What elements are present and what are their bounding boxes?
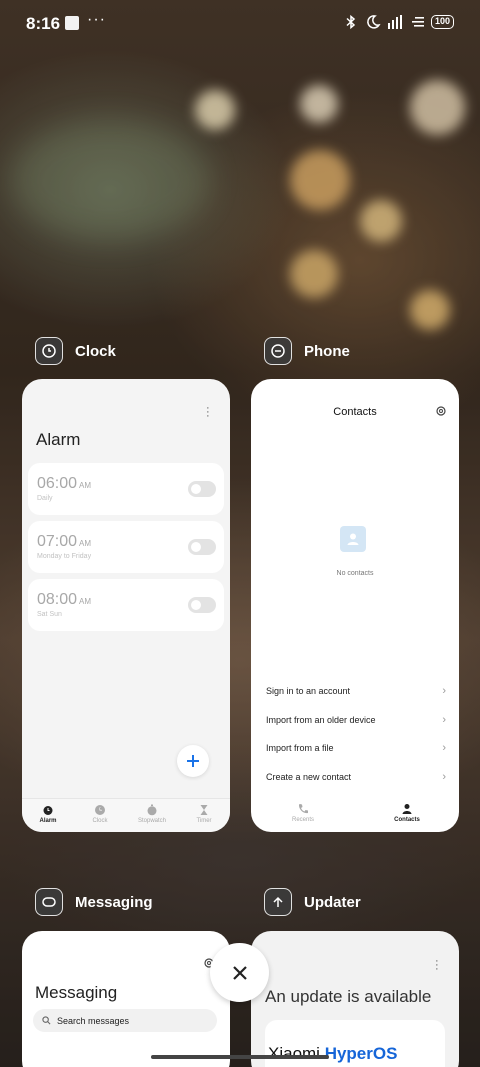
search-bar: Search messages [33,1009,217,1032]
alarm-toggle [188,597,216,613]
plus-icon [187,755,199,767]
add-alarm-button [177,745,209,777]
brand-logo: Xiaomi HyperOS [268,1044,397,1064]
hourglass-icon [200,805,208,815]
chevron-right-icon: › [442,685,446,697]
status-icons: 100 [343,14,454,30]
bottom-tab-bar: Alarm Clock Stopwatch Timer [22,798,230,832]
messaging-icon [35,888,63,916]
tab-label: Clock [92,818,108,824]
clock-tab-icon [95,805,105,815]
action-import-file: Import from a file › [266,738,446,758]
tab-recents: Recents [251,798,355,832]
status-bar: 8:16 ··· 100 [0,0,480,46]
action-create-contact: Create a new contact › [266,767,446,787]
phone-receiver-icon [298,804,308,814]
alarm-item: 08:00 AM Sat Sun [28,579,224,631]
alarm-time: 06:00 AM [37,475,91,493]
empty-contacts-icon [340,526,366,552]
alarm-time-value: 08:00 [37,591,78,608]
recent-app-card-messaging[interactable]: Messaging Search messages [22,931,230,1067]
app-name: Clock [75,342,116,360]
alarm-item: 07:00 AM Monday to Friday [28,521,224,573]
empty-state-text: No contacts [336,570,374,577]
more-notifications-icon: ··· [87,11,106,28]
person-icon [347,533,359,545]
chevron-right-icon: › [442,771,446,783]
alarm-item: 06:00 AM Daily [28,463,224,515]
tab-label: Recents [291,817,314,823]
alarm-ampm: AM [79,481,92,490]
tab-label: Contacts [394,817,420,823]
app-header-clock[interactable]: Clock [35,337,116,365]
person-icon [402,804,412,814]
page-title: Alarm [36,430,81,449]
alarm-toggle [188,539,216,555]
clock-icon [35,337,63,365]
settings-gear-icon [436,406,446,416]
stopwatch-icon [147,804,157,816]
status-time: 8:16 [26,14,61,33]
alarm-time: 07:00 AM [37,533,91,551]
notification-square-icon [65,16,79,30]
brand-suffix: HyperOS [324,1044,398,1063]
more-options-icon: · · · [206,402,210,422]
clear-all-button[interactable] [210,943,269,1002]
alarm-ampm: AM [79,539,92,548]
wifi-icon [411,17,424,27]
recent-app-card-phone[interactable]: Contacts No contacts Sign in to an accou… [251,379,459,832]
alarm-toggle [188,481,216,497]
signal-icon [387,15,402,29]
app-header-updater[interactable]: Updater [264,888,361,916]
recent-app-card-clock[interactable]: · · · Alarm 06:00 AM Daily 07:00 AM Monday t… [22,379,230,832]
alarm-repeat: Sat Sun [37,611,62,618]
updater-icon [264,888,292,916]
do-not-disturb-moon-icon [367,15,381,29]
brand-prefix: Xiaomi [268,1044,325,1063]
alarm-time: 08:00 AM [37,591,91,609]
recent-app-card-updater[interactable]: · · · An update is available Xiaomi HyperO… [251,931,459,1067]
home-indicator[interactable] [151,1055,329,1059]
action-label: Import from an older device [266,715,376,725]
tab-alarm: Alarm [22,799,74,832]
action-import-older-device: Import from an older device › [266,710,446,730]
chevron-right-icon: › [442,714,446,726]
tab-timer: Timer [178,799,230,832]
page-title: Contacts [333,406,377,418]
action-label: Sign in to an account [266,686,351,696]
search-icon [42,1016,51,1025]
alarm-time-value: 07:00 [37,533,78,550]
tab-stopwatch: Stopwatch [126,799,178,832]
action-label: Create a new contact [266,772,352,782]
alarm-repeat: Daily [37,495,53,502]
tab-contacts: Contacts [355,798,459,832]
app-name: Phone [304,342,350,360]
page-title: Messaging [35,983,118,1002]
action-sign-in: Sign in to an account › [266,681,446,701]
tab-label: Alarm [39,818,57,824]
tab-label: Timer [196,818,212,824]
search-placeholder: Search messages [57,1015,130,1026]
bottom-tab-bar: Recents Contacts [251,798,459,832]
app-name: Messaging [75,893,153,911]
close-icon [232,965,247,980]
phone-icon [264,337,292,365]
alarm-time-value: 06:00 [37,475,78,492]
update-title: An update is available [265,987,432,1006]
alarm-ampm: AM [79,597,92,606]
alarm-repeat: Monday to Friday [37,553,92,560]
app-name: Updater [304,893,361,911]
more-options-icon: · · · [435,955,439,975]
action-label: Import from a file [266,743,334,753]
tab-clock: Clock [74,799,126,832]
app-header-phone[interactable]: Phone [264,337,350,365]
chevron-right-icon: › [442,742,446,754]
tab-label: Stopwatch [137,818,167,824]
alarm-icon [43,806,53,815]
battery-icon: 100 [430,15,454,29]
bluetooth-icon [346,14,356,30]
app-header-messaging[interactable]: Messaging [35,888,153,916]
